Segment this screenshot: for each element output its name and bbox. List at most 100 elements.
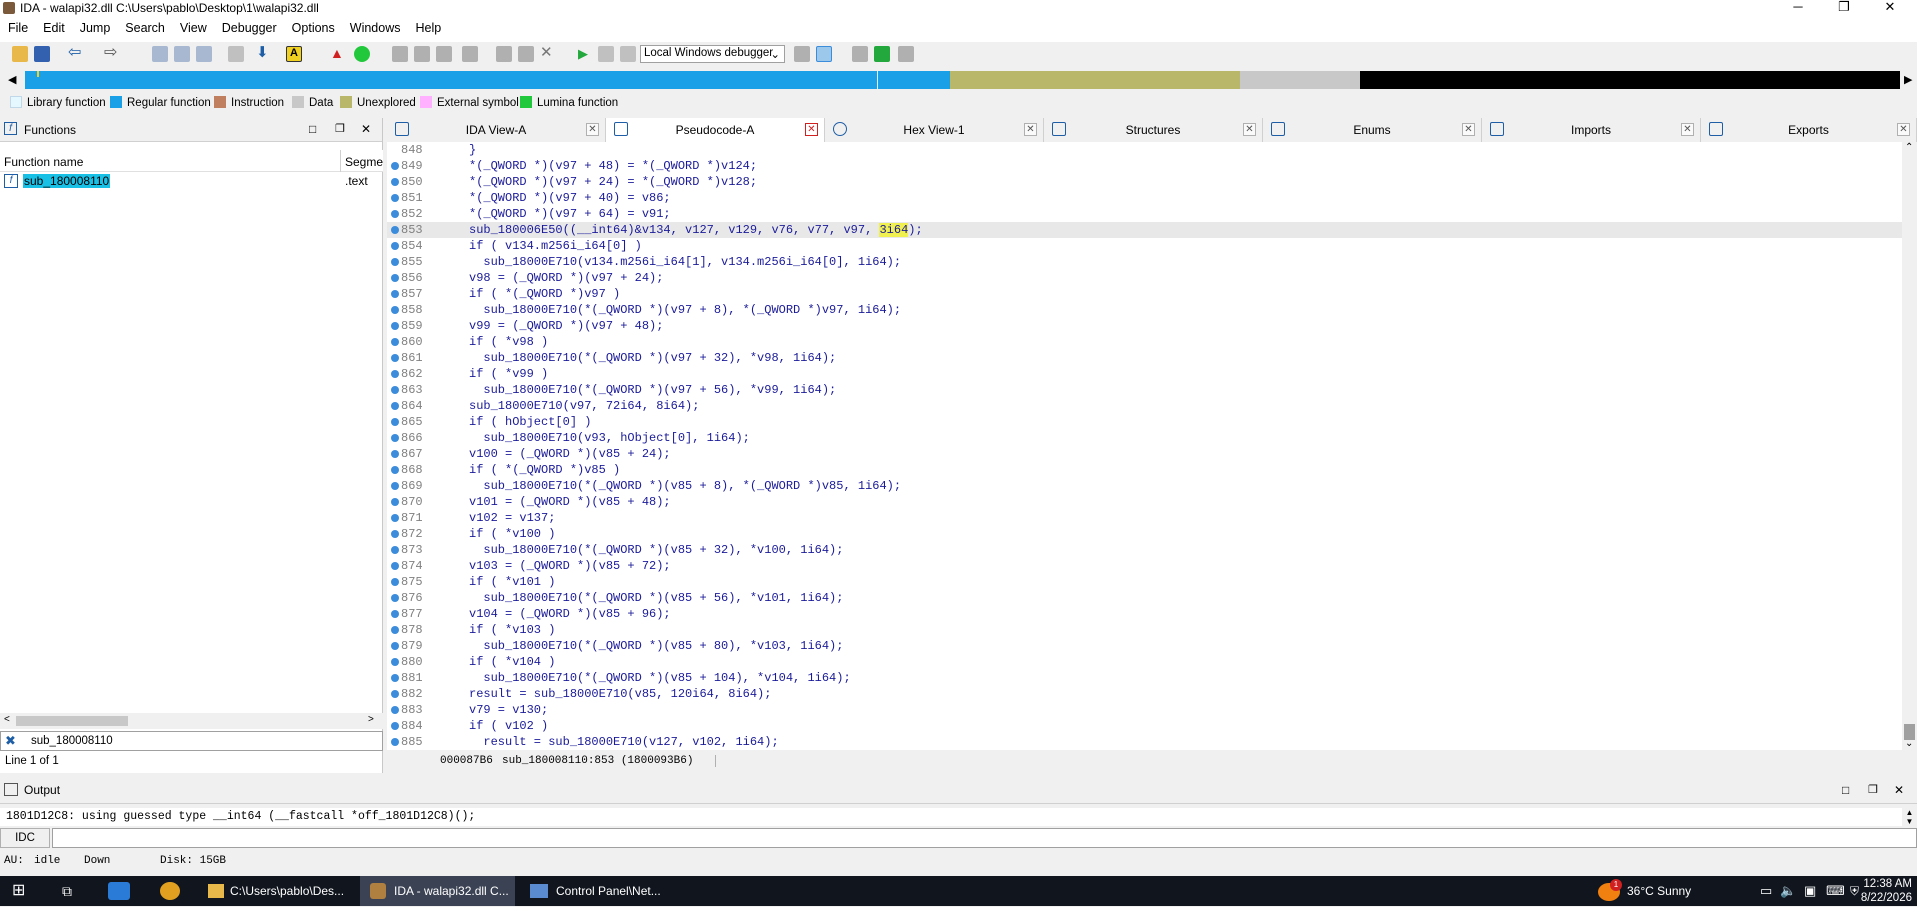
code-line[interactable]: 885 result = sub_18000E710(v127, v102, 1… bbox=[387, 734, 1902, 750]
run-circle-icon[interactable] bbox=[354, 46, 370, 62]
maximize-button[interactable]: ❐ bbox=[1821, 0, 1867, 16]
graph-icon-1[interactable] bbox=[392, 46, 408, 62]
breakpoint-dot-icon[interactable] bbox=[391, 674, 399, 682]
back-icon[interactable]: ⇦ bbox=[68, 45, 84, 62]
code-text[interactable]: sub_18000E710(*(_QWORD *)(v97 + 56), *v9… bbox=[469, 382, 836, 398]
code-text[interactable]: result = sub_18000E710(v85, 120i64, 8i64… bbox=[469, 686, 771, 702]
code-line[interactable]: 860 if ( *v98 ) bbox=[387, 334, 1902, 350]
graph-icon-2[interactable] bbox=[414, 46, 430, 62]
breakpoint-dot-icon[interactable] bbox=[391, 450, 399, 458]
binary-search-icon[interactable] bbox=[152, 46, 168, 62]
down-arrow-icon[interactable]: ⬇ bbox=[256, 45, 272, 62]
code-line[interactable]: 875 if ( *v101 ) bbox=[387, 574, 1902, 590]
breakpoint-dot-icon[interactable] bbox=[391, 690, 399, 698]
scroll-down-icon[interactable]: ⌄ bbox=[1905, 738, 1913, 749]
code-line[interactable]: 861 sub_18000E710(*(_QWORD *)(v97 + 32),… bbox=[387, 350, 1902, 366]
debugger-select[interactable]: Local Windows debugger ⌄ bbox=[640, 45, 785, 63]
code-text[interactable]: result = sub_18000E710(v127, v102, 1i64)… bbox=[469, 734, 778, 750]
breakpoint-dot-icon[interactable] bbox=[391, 434, 399, 442]
code-line[interactable]: 858 sub_18000E710(*(_QWORD *)(v97 + 8), … bbox=[387, 302, 1902, 318]
pause-icon[interactable] bbox=[598, 46, 614, 62]
windows-start-icon[interactable]: ⊞ bbox=[12, 876, 32, 906]
code-line[interactable]: 862 if ( *v99 ) bbox=[387, 366, 1902, 382]
code-text[interactable]: v102 = v137; bbox=[469, 510, 555, 526]
scroll-left-icon[interactable]: < bbox=[4, 714, 10, 725]
breakpoint-dot-icon[interactable] bbox=[391, 546, 399, 554]
code-line[interactable]: 876 sub_18000E710(*(_QWORD *)(v85 + 56),… bbox=[387, 590, 1902, 606]
code-line[interactable]: 859 v99 = (_QWORD *)(v97 + 48); bbox=[387, 318, 1902, 334]
jump-icon[interactable] bbox=[228, 46, 244, 62]
step-icon-2[interactable] bbox=[816, 46, 832, 62]
tab-structures[interactable]: Structures ✕ bbox=[1044, 118, 1263, 142]
panel-close-icon[interactable]: ✕ bbox=[361, 122, 371, 136]
code-line[interactable]: 877 v104 = (_QWORD *)(v85 + 96); bbox=[387, 606, 1902, 622]
taskbar-control-panel[interactable]: Control Panel\Net... bbox=[520, 876, 675, 906]
code-text[interactable]: sub_18000E710(*(_QWORD *)(v85 + 56), *v1… bbox=[469, 590, 843, 606]
menu-view[interactable]: View bbox=[172, 16, 214, 35]
tab-pseudocode-a[interactable]: Pseudocode-A ✕ bbox=[606, 118, 825, 142]
code-line[interactable]: 851 *(_QWORD *)(v97 + 40) = v86; bbox=[387, 190, 1902, 206]
code-line[interactable]: 883 v79 = v130; bbox=[387, 702, 1902, 718]
trace-icon-1[interactable] bbox=[852, 46, 868, 62]
code-text[interactable]: v99 = (_QWORD *)(v97 + 48); bbox=[469, 318, 663, 334]
breakpoint-dot-icon[interactable] bbox=[391, 258, 399, 266]
code-line[interactable]: 872 if ( *v100 ) bbox=[387, 526, 1902, 542]
graph-icon-6[interactable] bbox=[518, 46, 534, 62]
tab-close-icon[interactable]: ✕ bbox=[586, 123, 599, 136]
close-button[interactable]: ✕ bbox=[1867, 0, 1913, 16]
code-line[interactable]: 878 if ( *v103 ) bbox=[387, 622, 1902, 638]
minimize-button[interactable]: ─ bbox=[1775, 0, 1821, 16]
breakpoint-dot-icon[interactable] bbox=[391, 178, 399, 186]
tab-enums[interactable]: Enums ✕ bbox=[1263, 118, 1482, 142]
panel-float-icon[interactable]: ❐ bbox=[1868, 783, 1878, 796]
breakpoint-dot-icon[interactable] bbox=[391, 322, 399, 330]
code-line[interactable]: 848} bbox=[387, 142, 1902, 158]
network-icon[interactable]: ▣ bbox=[1804, 876, 1816, 906]
navigation-strip[interactable] bbox=[25, 71, 1900, 89]
code-text[interactable]: sub_18000E710(v134.m256i_i64[1], v134.m2… bbox=[469, 254, 901, 270]
code-line[interactable]: 882 result = sub_18000E710(v85, 120i64, 8… bbox=[387, 686, 1902, 702]
weather-text[interactable]: 36°C Sunny bbox=[1627, 876, 1691, 906]
code-text[interactable]: if ( *(_QWORD *)v85 ) bbox=[469, 462, 620, 478]
code-text[interactable]: sub_180006E50((__int64)&v134, v127, v129… bbox=[469, 222, 923, 238]
code-text[interactable]: if ( *v99 ) bbox=[469, 366, 548, 382]
highlighted-token[interactable]: 3i64 bbox=[879, 223, 909, 237]
filter-text[interactable]: sub_180008110 bbox=[31, 735, 113, 747]
panel-maximize-icon[interactable]: □ bbox=[309, 122, 316, 136]
code-text[interactable]: *(_QWORD *)(v97 + 24) = *(_QWORD *)v128; bbox=[469, 174, 757, 190]
breakpoint-dot-icon[interactable] bbox=[391, 530, 399, 538]
code-text[interactable]: *(_QWORD *)(v97 + 40) = v86; bbox=[469, 190, 671, 206]
breakpoint-dot-icon[interactable] bbox=[391, 162, 399, 170]
tab-imports[interactable]: Imports ✕ bbox=[1482, 118, 1701, 142]
tab-close-icon[interactable]: ✕ bbox=[1024, 123, 1037, 136]
code-text[interactable]: if ( *v98 ) bbox=[469, 334, 548, 350]
code-vertical-scrollbar[interactable]: ⌃ ⌄ bbox=[1902, 142, 1917, 750]
breakpoint-dot-icon[interactable] bbox=[391, 514, 399, 522]
code-line[interactable]: 869 sub_18000E710(*(_QWORD *)(v85 + 8), … bbox=[387, 478, 1902, 494]
battery-icon[interactable]: ▭ bbox=[1760, 876, 1772, 906]
idc-command-input[interactable] bbox=[52, 828, 1917, 848]
menu-help[interactable]: Help bbox=[407, 16, 448, 35]
scroll-right-icon[interactable]: > bbox=[368, 714, 374, 725]
nav-left-arrow-icon[interactable]: ◀ bbox=[8, 73, 16, 86]
code-text[interactable]: if ( *v104 ) bbox=[469, 654, 555, 670]
idc-language-button[interactable]: IDC bbox=[0, 828, 50, 848]
open-icon[interactable] bbox=[12, 46, 28, 62]
taskbar-ida[interactable]: IDA - walapi32.dll C... bbox=[360, 876, 515, 906]
functions-filter[interactable]: ✖ sub_180008110 bbox=[0, 731, 383, 751]
code-text[interactable]: if ( *v103 ) bbox=[469, 622, 555, 638]
breakpoint-dot-icon[interactable] bbox=[391, 386, 399, 394]
breakpoint-dot-icon[interactable] bbox=[391, 594, 399, 602]
code-text[interactable]: sub_18000E710(*(_QWORD *)(v85 + 32), *v1… bbox=[469, 542, 843, 558]
code-text[interactable]: if ( v134.m256i_i64[0] ) bbox=[469, 238, 642, 254]
breakpoint-dot-icon[interactable] bbox=[391, 370, 399, 378]
breakpoint-dot-icon[interactable] bbox=[391, 610, 399, 618]
graph-icon-5[interactable] bbox=[496, 46, 512, 62]
code-text[interactable]: if ( *v101 ) bbox=[469, 574, 555, 590]
code-text[interactable]: v98 = (_QWORD *)(v97 + 24); bbox=[469, 270, 663, 286]
breakpoint-dot-icon[interactable] bbox=[391, 706, 399, 714]
code-line[interactable]: 856 v98 = (_QWORD *)(v97 + 24); bbox=[387, 270, 1902, 286]
code-text[interactable]: if ( *v100 ) bbox=[469, 526, 555, 542]
scrollbar-thumb[interactable] bbox=[16, 716, 128, 726]
taskbar-explorer[interactable]: C:\Users\pablo\Des... bbox=[200, 876, 355, 906]
